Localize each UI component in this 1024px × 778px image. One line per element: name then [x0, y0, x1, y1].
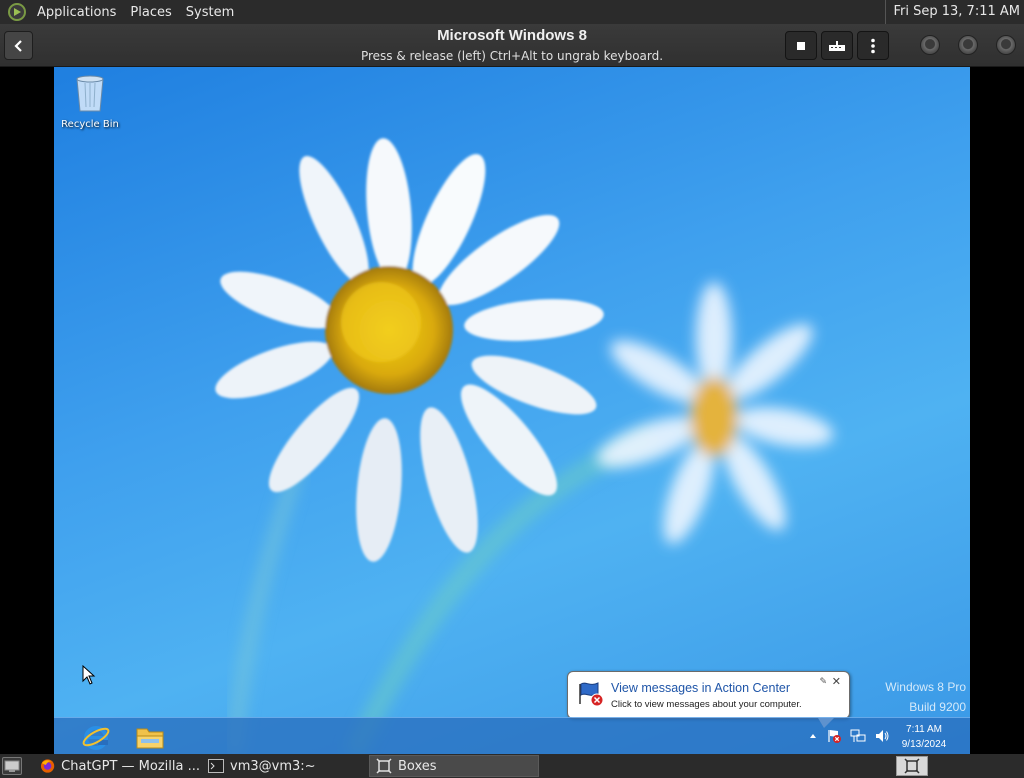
mouse-pointer-icon: [82, 665, 96, 685]
taskbar-item-terminal[interactable]: vm3@vm3:~: [202, 755, 366, 777]
network-icon[interactable]: [850, 728, 866, 744]
internet-explorer-button[interactable]: [78, 720, 114, 753]
places-menu[interactable]: Places: [123, 5, 178, 20]
pin-icon[interactable]: ✎: [819, 677, 827, 687]
distro-logo-icon[interactable]: [8, 3, 26, 21]
notification-close-button[interactable]: ✕: [832, 675, 841, 688]
boxes-icon: [904, 758, 920, 774]
action-center-flag-icon: [579, 682, 604, 707]
watermark-build: Build 9200: [909, 700, 966, 714]
windows-clock[interactable]: 7:11 AM 9/13/2024: [894, 722, 954, 752]
taskbar-item-label: ChatGPT — Mozilla ...: [61, 758, 200, 774]
notification-area: [808, 728, 890, 744]
taskbar-item-label: Boxes: [398, 758, 437, 774]
recycle-bin-desktop-icon[interactable]: Recycle Bin: [58, 73, 122, 130]
vertical-dots-icon: [871, 38, 875, 53]
watermark-edition: Windows 8 Pro: [885, 680, 966, 694]
terminal-icon: [208, 759, 224, 773]
show-desktop-button[interactable]: [2, 757, 22, 775]
recycle-bin-label: Recycle Bin: [61, 119, 119, 130]
close-button[interactable]: [996, 35, 1016, 55]
send-keys-button[interactable]: [821, 31, 853, 60]
square-icon: [797, 41, 805, 50]
taskbar-item-firefox[interactable]: ChatGPT — Mozilla ...: [34, 755, 200, 777]
maximize-button[interactable]: [958, 35, 978, 55]
system-menu[interactable]: System: [179, 5, 241, 20]
boxes-icon: [376, 758, 392, 774]
internet-explorer-icon: [82, 725, 110, 750]
taskbar-item-label: vm3@vm3:~: [230, 758, 316, 774]
recycle-bin-icon: [76, 75, 104, 112]
boxes-header-bar: Microsoft Windows 8 Press & release (lef…: [0, 24, 1024, 67]
action-center-flag-icon[interactable]: [826, 728, 842, 744]
windows-taskbar: 7:11 AM 9/13/2024: [54, 717, 970, 754]
minimize-button[interactable]: [920, 35, 940, 55]
show-hidden-icons[interactable]: [808, 731, 818, 741]
applications-menu[interactable]: Applications: [30, 5, 123, 20]
menu-button[interactable]: [857, 31, 889, 60]
windows-clock-date: 9/13/2024: [901, 739, 947, 750]
panel-clock[interactable]: Fri Sep 13, 7:11 AM: [884, 0, 1020, 24]
force-shutdown-button[interactable]: [785, 31, 817, 60]
windows-clock-time: 7:11 AM: [906, 724, 942, 735]
keyboard-icon: [829, 40, 845, 51]
workspace-switcher[interactable]: [896, 756, 928, 776]
bottom-panel: ChatGPT — Mozilla ... vm3@vm3:~ Boxes: [0, 754, 1024, 778]
notification-text: Click to view messages about your comput…: [611, 699, 802, 710]
daisy-wallpaper: [215, 138, 834, 754]
taskbar-item-boxes[interactable]: Boxes: [369, 755, 539, 777]
file-explorer-button[interactable]: [132, 720, 168, 753]
notification-title[interactable]: View messages in Action Center: [611, 681, 790, 695]
top-panel: Applications Places System Fri Sep 13, 7…: [0, 0, 1024, 24]
firefox-icon: [40, 759, 55, 773]
volume-icon[interactable]: [874, 728, 890, 744]
file-explorer-icon: [136, 728, 164, 748]
vm-display[interactable]: Recycle Bin Windows 8 Pro Build 9200 Vie…: [54, 67, 970, 754]
windows-watermark: Windows 8 Pro Build 9200: [885, 677, 966, 717]
desktop-icon: [4, 760, 20, 772]
action-center-notification[interactable]: View messages in Action Center Click to …: [567, 671, 850, 728]
